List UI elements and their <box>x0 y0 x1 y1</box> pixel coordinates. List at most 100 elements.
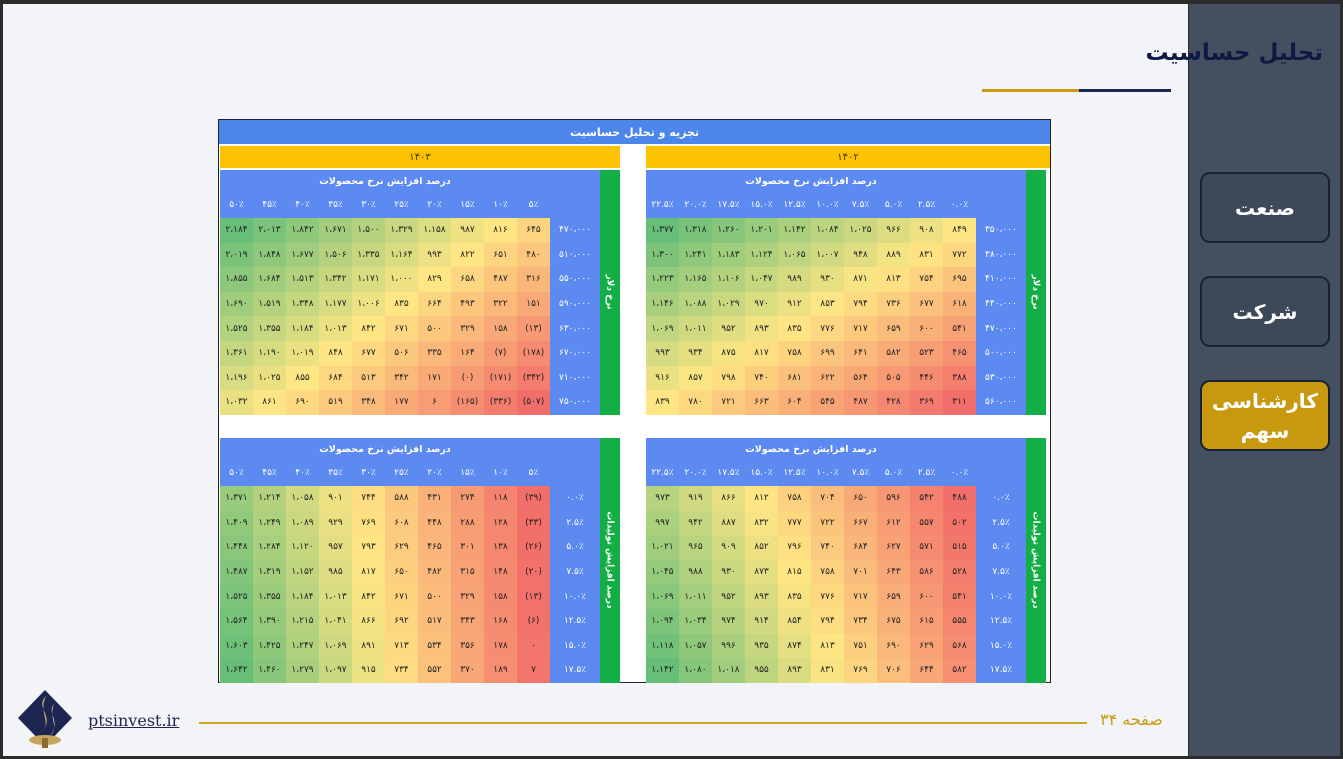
bottom_left-cell: ۷ <box>517 658 550 683</box>
bottom_right-cell: ۶۲۷ <box>877 535 910 560</box>
top_right-col-header: ۲.۵٪ <box>917 200 936 210</box>
bottom_left-col-header: ۱۵٪ <box>460 468 475 478</box>
bottom_left-cell: ۶۰۸ <box>385 510 418 536</box>
bottom_left-cell: ۶۲۹ <box>385 535 418 560</box>
top_left-cell: ۳۴۲ <box>385 365 418 391</box>
bottom_left-cell: ۷۹۳ <box>352 535 385 560</box>
bottom_left-cell: ۱۵۸ <box>484 584 517 609</box>
title-underline <box>982 89 1171 92</box>
bottom_right-col-header: ۲.۵٪ <box>917 468 936 478</box>
top_left-cell: (۷) <box>484 341 517 366</box>
footer-divider <box>199 722 1087 724</box>
bottom_left-row-header: ۱۰.۰٪ <box>550 584 600 609</box>
bottom_right-cell: ۷۰۱ <box>844 559 877 585</box>
bottom_right-col-header: ۵.۰٪ <box>884 468 903 478</box>
bottom_right-cell: ۸۸۷ <box>712 510 745 536</box>
top_right-cell: ۴۲۸ <box>877 390 910 415</box>
top_right-cell: ۶۲۲ <box>811 365 844 391</box>
top_left-cell: (۰) <box>451 365 484 391</box>
bottom_right-cell: ۷۰۶ <box>877 658 910 683</box>
website-link[interactable]: ptsinvest.ir <box>88 711 179 730</box>
top_right-cell: ۱،۳۰۰ <box>646 242 679 268</box>
top_right-cell: ۸۵۳ <box>811 291 844 317</box>
top_right-cell: ۱،۱۶۵ <box>679 267 712 292</box>
bottom_right-cell: ۱،۰۴۵ <box>646 559 679 585</box>
bottom_left-cell: ۱،۲۷۹ <box>286 658 319 683</box>
bottom_left-cell: ۵۳۴ <box>418 633 451 659</box>
top_left-row-header: ۵۵۰،۰۰۰ <box>550 267 600 292</box>
top_left-cell: ۱،۵۱۳ <box>286 267 319 292</box>
bottom_right-cell: ۸۳۱ <box>811 658 844 683</box>
top_right-cell: ۱،۰۱۱ <box>679 316 712 341</box>
bottom_right-cell: ۱،۰۲۱ <box>646 535 679 560</box>
bottom_left-cell: ۱،۴۸۷ <box>220 559 253 585</box>
bottom_left-cell: ۱۲۸ <box>484 510 517 536</box>
bottom_right-cell: ۵۹۶ <box>877 486 910 511</box>
bottom_left-cell: ۱،۲۴۹ <box>253 510 286 536</box>
top_right-cell: ۹۱۶ <box>646 365 679 391</box>
top_left-cell: (۵۰۷) <box>517 390 550 415</box>
bottom_left-axis-label: درصد افزایش تولیدات <box>600 438 620 683</box>
top_left-cell: ۵۰۶ <box>385 341 418 366</box>
nav-company-button[interactable]: شرکت <box>1200 276 1330 347</box>
top_right-cell: ۹۳۰ <box>811 267 844 292</box>
top_left-cell: (۱۳) <box>517 316 550 341</box>
top_left-cell: ۵۰۰ <box>418 316 451 341</box>
top_right-cell: ۱،۱۸۳ <box>712 242 745 268</box>
bottom_right-cell: ۱،۰۹۴ <box>646 609 679 634</box>
top_left-cell: ۱۷۷ <box>385 390 418 415</box>
bottom_right-col-header: ۱۰.۰٪ <box>816 468 839 478</box>
top_right-cell: ۸۵۷ <box>679 365 712 391</box>
top_left-cell: ۱۵۸ <box>484 316 517 341</box>
top_right-cell: ۷۵۴ <box>910 267 943 292</box>
top_left-cell: ۱،۰۱۹ <box>286 341 319 366</box>
top_right-cell: ۹۰۸ <box>910 218 943 243</box>
nav-valuation-button[interactable]: کارشناسی سهم <box>1200 380 1330 451</box>
bottom_right-row-header: ۱۰.۰٪ <box>976 584 1026 609</box>
bottom_left-col-header: ۱۰٪ <box>493 468 508 478</box>
bottom_left-cell: (۳۹) <box>517 486 550 511</box>
top_left-cell: ۱،۳۶۱ <box>220 341 253 366</box>
bottom_left-cell: ۱،۴۰۹ <box>220 510 253 536</box>
top_left-row-header: ۴۷۰،۰۰۰ <box>550 218 600 243</box>
top_left-col-header: ۴۰٪ <box>295 200 310 210</box>
bottom_left-cell: ۱۷۸ <box>484 633 517 659</box>
top_left-cell: ۳۴۸ <box>352 390 385 415</box>
top_left-cell: ۱،۵۲۵ <box>220 316 253 341</box>
bottom_right-row-header: ۱۲.۵٪ <box>976 609 1026 634</box>
top_left-cell: ۲،۱۸۴ <box>220 218 253 243</box>
bottom_left-cell: ۸۶۶ <box>352 609 385 634</box>
bottom_left-cell: ۱،۲۱۴ <box>253 486 286 511</box>
top_right-cell: ۷۲۱ <box>712 390 745 415</box>
bottom_left-col-header: ۳۵٪ <box>328 468 343 478</box>
top_right-cell: ۶۹۵ <box>943 267 976 292</box>
bottom_right-cell: ۹۶۵ <box>679 535 712 560</box>
year-header-1402: ۱۴۰۲ <box>646 146 1050 168</box>
top_left-axis-text: نرخ دلار <box>605 274 616 310</box>
top_left-cell: ۸۳۵ <box>385 291 418 317</box>
bottom_right-cell: ۹۷۳ <box>646 486 679 511</box>
top_right-cell: ۱،۰۸۸ <box>679 291 712 317</box>
bottom_right-cell: ۵۰۲ <box>943 510 976 536</box>
bottom_left-col-header: ۲۵٪ <box>394 468 409 478</box>
top_left-cell: ۱،۳۳۵ <box>352 242 385 268</box>
top_left-cell: ۱،۰۰۶ <box>352 291 385 317</box>
top_right-cell: ۷۷۶ <box>811 316 844 341</box>
top_right-cell: ۷۹۸ <box>712 365 745 391</box>
sidebar: صنعت شرکت کارشناسی سهم <box>1189 4 1340 756</box>
top_left-cell: ۳۲۹ <box>451 316 484 341</box>
top_left-cell: (۳۳۶) <box>484 390 517 415</box>
bottom_right-cell: ۷۲۲ <box>811 510 844 536</box>
bottom_left-subheader: درصد افزایش نرخ محصولات <box>319 444 451 455</box>
top_left-cell: ۴۹۳ <box>451 291 484 317</box>
bottom_right-cell: ۹۳۰ <box>712 559 745 585</box>
top_left-cell: ۱،۵۰۰ <box>352 218 385 243</box>
bottom_left-col-header: ۳۰٪ <box>361 468 376 478</box>
bottom_right-cell: ۹۳۵ <box>745 633 778 659</box>
top_right-row-header: ۵۳۰،۰۰۰ <box>976 365 1026 391</box>
nav-industry-button[interactable]: صنعت <box>1200 172 1330 243</box>
bottom_left-cell: ۶۵۰ <box>385 559 418 585</box>
top_left-cell: ۴۸۷ <box>484 267 517 292</box>
bottom_left-cell: ۹۰۱ <box>319 486 352 511</box>
bottom_right-cell: ۶۵۹ <box>877 584 910 609</box>
